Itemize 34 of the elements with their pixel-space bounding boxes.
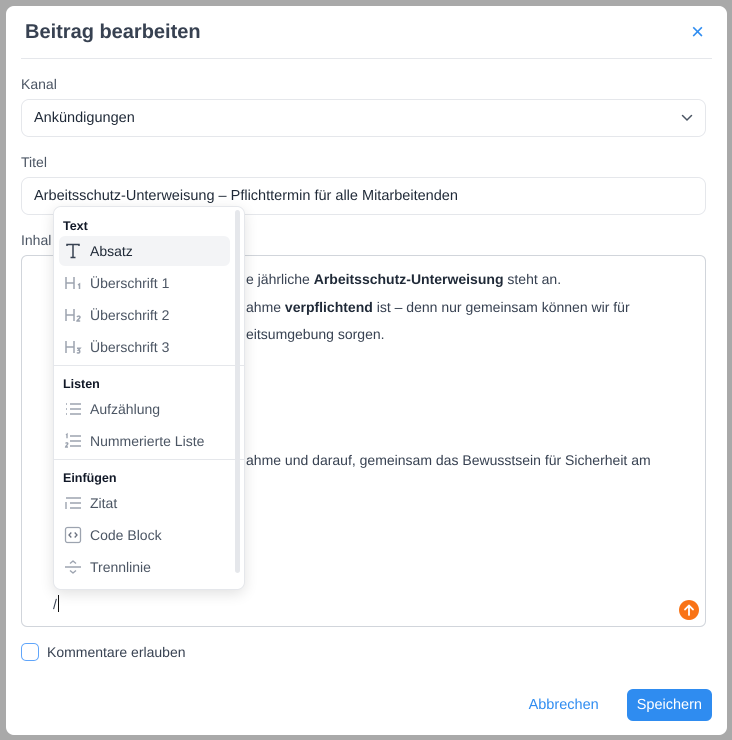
chevron-down-icon	[681, 114, 693, 122]
code-icon	[64, 526, 82, 544]
divider-icon	[64, 558, 82, 576]
menu-item[interactable]: Trennlinie	[59, 552, 230, 582]
editor-text-line: ahme und darauf, gemeinsam das Bewusstsein für Sicherheit am	[246, 450, 652, 470]
menu-item[interactable]: Überschrift 3	[59, 332, 230, 362]
dialog-title: Beitrag bearbeiten	[25, 20, 201, 44]
typed-text: /	[53, 595, 59, 612]
heading-icon	[64, 274, 82, 292]
menu-item[interactable]: Zitat	[59, 488, 230, 518]
field-label: Inhal	[21, 232, 52, 248]
text-icon	[64, 242, 82, 260]
arrow-up-icon[interactable]	[679, 600, 699, 620]
menu-section-heading: Einfügen	[62, 470, 118, 487]
channel-select[interactable]: Ankündigungen	[21, 99, 706, 137]
menu-item[interactable]: Überschrift 1	[59, 268, 230, 298]
scrollbar[interactable]	[235, 210, 240, 573]
heading-icon	[64, 306, 82, 324]
menu-item[interactable]: Code Block	[59, 520, 230, 550]
editor-text-line: ahme verpflichtend ist – denn nur gemeinsam können wir für	[246, 298, 631, 317]
field-label: Titel	[21, 154, 48, 170]
checkbox-label: Kommentare erlauben	[47, 644, 186, 660]
menu-item[interactable]: Aufzählung	[59, 394, 230, 424]
editor-text-line: eitsumgebung sorgen.	[246, 325, 386, 344]
menu-section-heading: Listen	[62, 376, 101, 393]
menu-item[interactable]: Nummerierte Liste	[59, 426, 230, 456]
menu-item[interactable]: Überschrift 2	[59, 300, 230, 330]
heading-icon	[64, 338, 82, 356]
checkbox[interactable]	[21, 643, 39, 661]
field-label: Kanal	[21, 76, 58, 92]
numbered-list-icon	[64, 432, 82, 450]
menu-item[interactable]: Absatz	[59, 236, 230, 266]
editor-text-line: e jährliche Arbeitsschutz-Unterweisung steht an.	[246, 270, 562, 289]
menu-section-heading: Text	[62, 218, 89, 235]
